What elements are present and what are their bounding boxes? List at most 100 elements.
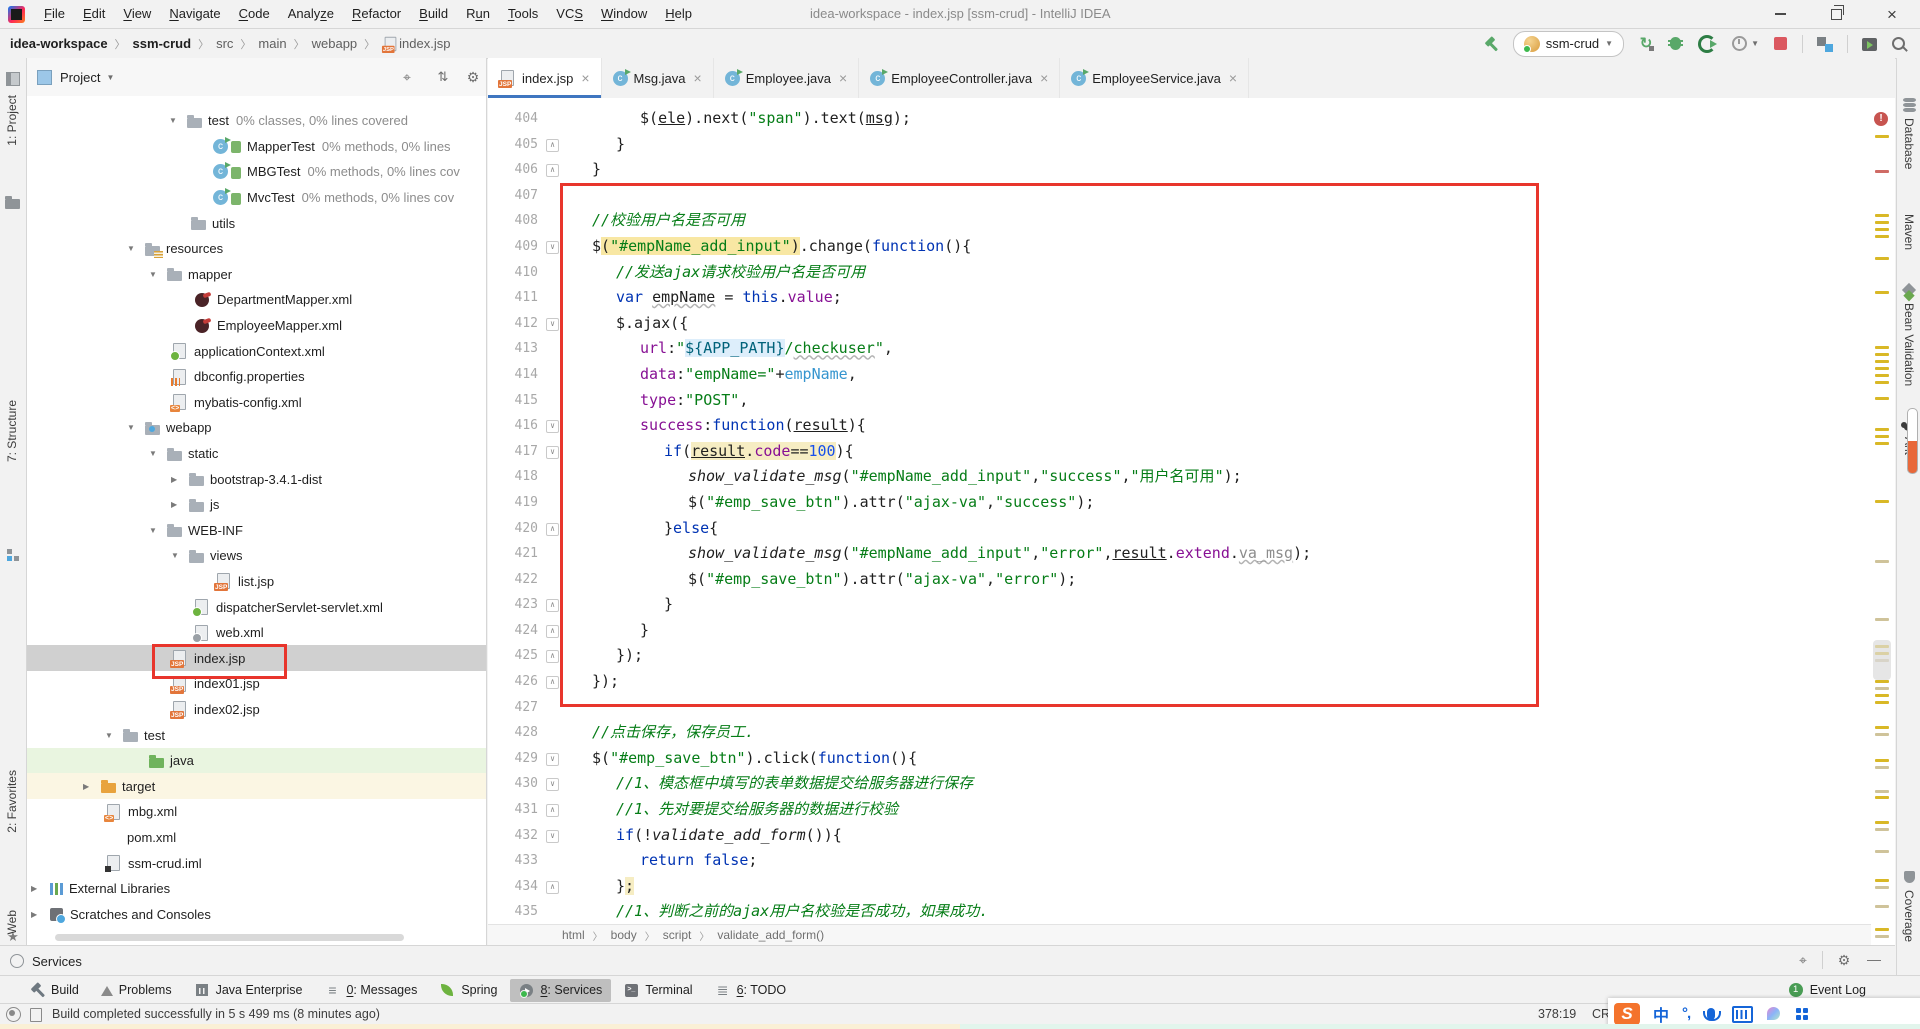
tree-item-target[interactable]: ▶ target [27, 773, 486, 800]
line-number[interactable]: 412 [488, 311, 538, 337]
tree-item-external-libraries[interactable]: ▶ External Libraries [27, 876, 486, 902]
menu-help[interactable]: Help [656, 6, 701, 21]
breadcrumb-item-main[interactable]: main [258, 36, 286, 51]
stripe-mark[interactable] [1875, 796, 1889, 799]
menu-file[interactable]: File [35, 6, 74, 21]
line-number[interactable]: 422 [488, 567, 538, 593]
code-line-432[interactable]: 432 ∨ if(!validate_add_form()){ [488, 823, 1871, 849]
stripe-mark[interactable] [1875, 346, 1889, 349]
fold-open-icon[interactable]: ∨ [546, 420, 559, 434]
stripe-mark[interactable] [1875, 618, 1889, 621]
toolstrip-database[interactable]: Database [1897, 98, 1920, 169]
chevron-expanded-icon[interactable]: ▼ [105, 731, 123, 740]
chevron-collapsed-icon[interactable]: ▶ [171, 475, 189, 484]
chevron-collapsed-icon[interactable]: ▶ [31, 884, 49, 893]
menu-code[interactable]: Code [230, 6, 279, 21]
chevron-expanded-icon[interactable]: ▼ [127, 423, 145, 432]
project-structure-button[interactable] [1817, 36, 1833, 52]
stripe-mark[interactable] [1875, 886, 1889, 889]
tab-index-jsp[interactable]: index.jsp × [488, 58, 602, 98]
microphone-icon[interactable] [1703, 1007, 1722, 1021]
close-icon[interactable]: × [1040, 70, 1048, 86]
tree-item-employeemapper-xml[interactable]: EmployeeMapper.xml [27, 313, 486, 339]
stripe-mark[interactable] [1875, 442, 1889, 445]
toolstrip-structure[interactable]: 7: Structure [5, 400, 19, 462]
tree-item-list-jsp[interactable]: list.jsp [27, 569, 486, 595]
stripe-mark[interactable] [1875, 879, 1889, 882]
tree-item-dispatcherservlet-servlet-xml[interactable]: dispatcherServlet-servlet.xml [27, 594, 486, 620]
stripe-mark[interactable] [1875, 821, 1889, 824]
fold-close-icon[interactable]: ∧ [546, 804, 559, 818]
panel-splitter[interactable] [486, 58, 487, 945]
fold-close-icon[interactable]: ∧ [546, 164, 559, 178]
caret-position[interactable]: 378:19 [1538, 1007, 1576, 1021]
stripe-mark[interactable] [1875, 228, 1889, 231]
editor-breadcrumb-validate-add-form[interactable]: validate_add_form() [717, 928, 824, 942]
stripe-mark[interactable] [1875, 694, 1889, 697]
line-number[interactable]: 416 [488, 413, 538, 439]
debug-button[interactable] [1668, 37, 1684, 50]
tree-item-mappertest[interactable]: MapperTest 0% methods, 0% lines [27, 134, 486, 160]
profiler-chevron-icon[interactable]: ▼ [1751, 39, 1759, 48]
stripe-mark[interactable] [1875, 221, 1889, 224]
line-number[interactable]: 405 [488, 132, 538, 158]
menu-analyze[interactable]: Analyze [279, 6, 343, 21]
line-number[interactable]: 404 [488, 106, 538, 132]
close-button[interactable]: × [1864, 0, 1920, 28]
gear-icon[interactable]: ⚙ [1836, 952, 1852, 968]
fold-close-icon[interactable]: ∧ [546, 138, 559, 152]
stripe-mark[interactable] [1875, 905, 1889, 908]
stripe-mark[interactable] [1875, 701, 1889, 704]
breadcrumb-item-idea-workspace[interactable]: idea-workspace [10, 36, 108, 51]
breadcrumb-item-index-jsp[interactable]: index.jsp [399, 36, 450, 51]
soft-keyboard-icon[interactable] [1732, 1005, 1754, 1023]
run-with-coverage-button[interactable] [1698, 34, 1718, 53]
editor-breadcrumb-script[interactable]: script [663, 928, 692, 942]
fold-close-icon[interactable]: ∧ [546, 880, 559, 894]
tree-item-pom-xml[interactable]: pom.xml [27, 825, 486, 851]
line-number[interactable]: 414 [488, 362, 538, 388]
line-number[interactable]: 425 [488, 643, 538, 669]
line-number[interactable]: 408 [488, 208, 538, 234]
error-stripe[interactable]: ! [1871, 98, 1895, 945]
line-number[interactable]: 426 [488, 669, 538, 695]
line-number[interactable]: 430 [488, 771, 538, 797]
stripe-mark[interactable] [1875, 759, 1889, 762]
stripe-mark[interactable] [1875, 790, 1889, 793]
tree-item-mvctest[interactable]: MvcTest 0% methods, 0% lines cov [27, 185, 486, 211]
line-number[interactable]: 420 [488, 516, 538, 542]
line-number[interactable]: 434 [488, 874, 538, 900]
tree-item-mapper[interactable]: ▼ mapper [27, 262, 486, 288]
stripe-mark[interactable] [1875, 935, 1889, 938]
toolstrip-favorites[interactable]: 2: Favorites [5, 770, 19, 833]
project-panel-title[interactable]: Project [60, 70, 100, 85]
breadcrumb-item-ssm-crud[interactable]: ssm-crud [133, 36, 192, 51]
stripe-mark[interactable] [1875, 291, 1889, 294]
close-icon[interactable]: × [694, 70, 702, 86]
tab-msg-java[interactable]: Msg.java × [602, 58, 714, 98]
line-number[interactable]: 433 [488, 848, 538, 874]
close-icon[interactable]: × [839, 70, 847, 86]
toolwindow-switcher-icon[interactable] [6, 1007, 21, 1022]
search-everywhere-button[interactable] [1892, 37, 1905, 50]
line-number[interactable]: 409 [488, 234, 538, 260]
tree-item-js[interactable]: ▶ js [27, 492, 486, 518]
fold-open-icon[interactable]: ∨ [546, 829, 559, 843]
stripe-mark[interactable] [1875, 257, 1889, 260]
fold-close-icon[interactable]: ∧ [546, 624, 559, 638]
line-number[interactable]: 410 [488, 260, 538, 286]
line-number[interactable]: 413 [488, 336, 538, 362]
stripe-mark[interactable] [1875, 374, 1889, 377]
close-icon[interactable]: × [1229, 70, 1237, 86]
stripe-mark[interactable] [1875, 828, 1889, 831]
stripe-mark[interactable] [1875, 397, 1889, 400]
profiler-button[interactable] [1732, 36, 1748, 51]
toolstrip-maven[interactable]: Maven [1897, 192, 1920, 250]
stripe-mark[interactable] [1875, 214, 1889, 217]
services-panel-header[interactable]: Services ⌖ ⚙ — [0, 945, 1895, 976]
scrollbar-thumb[interactable] [1873, 640, 1891, 680]
line-number[interactable]: 424 [488, 618, 538, 644]
hide-panel-icon[interactable]: — [1866, 952, 1882, 968]
fold-close-icon[interactable]: ∧ [546, 522, 559, 536]
gear-icon[interactable]: ⚙ [465, 69, 481, 85]
